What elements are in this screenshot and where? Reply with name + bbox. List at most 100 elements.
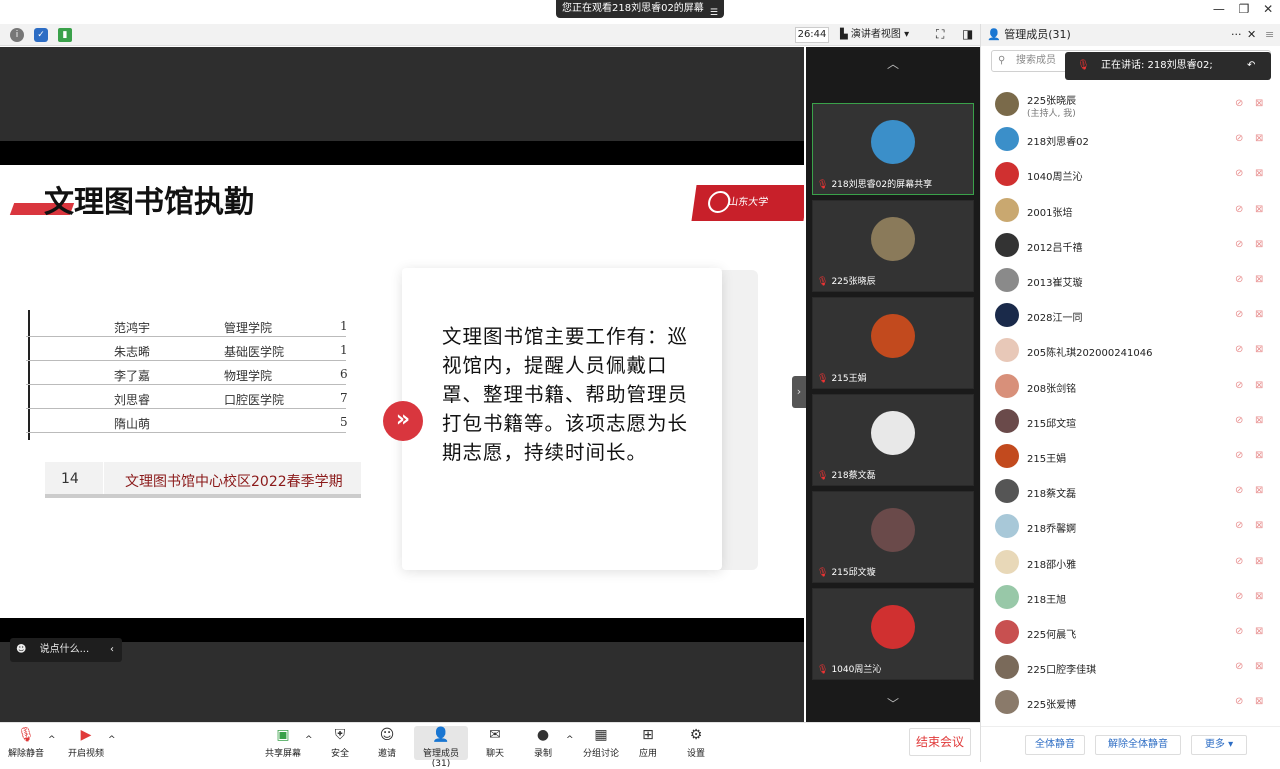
share-screen-button[interactable]: ▣ 共享屏幕: [263, 726, 303, 759]
fullscreen-icon[interactable]: ⛶: [936, 27, 944, 42]
emoji-icon[interactable]: ☻: [16, 644, 26, 655]
camera-off-icon[interactable]: ⊠: [1255, 520, 1269, 532]
member-row[interactable]: 2028江一同 ⊘ ⊠: [981, 298, 1280, 333]
mic-off-icon[interactable]: ⊘: [1235, 450, 1245, 462]
member-row[interactable]: 2013崔艾璇 ⊘ ⊠: [981, 263, 1280, 298]
unmute-all-button[interactable]: 解除全体静音: [1095, 735, 1181, 755]
mic-off-icon[interactable]: ⊘: [1235, 133, 1245, 145]
signal-icon[interactable]: ▮: [58, 28, 72, 42]
camera-off-icon[interactable]: ⊠: [1255, 450, 1269, 462]
mic-off-icon[interactable]: ⊘: [1235, 591, 1245, 603]
member-row[interactable]: 218王旭 ⊘ ⊠: [981, 580, 1280, 615]
member-row[interactable]: 205陈礼琪202000241046 ⊘ ⊠: [981, 333, 1280, 368]
mute-all-button[interactable]: 全体静音: [1025, 735, 1085, 755]
member-row[interactable]: 208张剑铭 ⊘ ⊠: [981, 369, 1280, 404]
breakout-button[interactable]: ▦ 分组讨论: [581, 726, 621, 759]
mic-off-icon[interactable]: ⊘: [1235, 204, 1245, 216]
video-tile[interactable]: 🎙 1040周兰沁: [812, 588, 974, 680]
mic-off-icon[interactable]: ⊘: [1235, 485, 1245, 497]
close-panel-icon[interactable]: ✕: [1247, 24, 1256, 46]
video-tile[interactable]: 🎙 218刘思睿02的屏幕共享: [812, 103, 974, 195]
view-mode-dropdown[interactable]: ▙ 演讲者视图 ▾: [840, 27, 926, 43]
audio-options-chevron-icon[interactable]: ^: [48, 735, 56, 745]
camera-off-icon[interactable]: ⊠: [1255, 344, 1269, 356]
mic-off-icon[interactable]: ⊘: [1235, 696, 1245, 708]
reply-icon[interactable]: ↶: [1247, 52, 1255, 80]
shield-icon[interactable]: ✓: [34, 28, 48, 42]
mic-off-icon[interactable]: ⊘: [1235, 520, 1245, 532]
camera-off-icon[interactable]: ⊠: [1255, 626, 1269, 638]
restore-button[interactable]: ❐: [1239, 2, 1250, 22]
mic-off-icon[interactable]: ⊘: [1235, 415, 1245, 427]
video-options-chevron-icon[interactable]: ^: [108, 735, 116, 745]
mic-off-icon[interactable]: ⊘: [1235, 380, 1245, 392]
camera-off-icon[interactable]: ⊠: [1255, 133, 1269, 145]
start-video-button[interactable]: ▶ 开启视频: [64, 726, 108, 759]
camera-off-icon[interactable]: ⊠: [1255, 556, 1269, 568]
mic-off-icon[interactable]: ⊘: [1235, 168, 1245, 180]
member-row[interactable]: 225张晓辰 (主持人, 我) ⊘ ⊠: [981, 87, 1280, 122]
unmute-button[interactable]: 🎙 解除静音: [6, 726, 46, 759]
scroll-down-icon[interactable]: ﹀: [806, 689, 980, 719]
member-row[interactable]: 218蔡文磊 ⊘ ⊠: [981, 474, 1280, 509]
chat-button[interactable]: ✉ 聊天: [481, 726, 509, 759]
sidebar-toggle-icon[interactable]: ◨: [962, 27, 973, 41]
share-options-chevron-icon[interactable]: ^: [305, 735, 313, 745]
camera-off-icon[interactable]: ⊠: [1255, 98, 1269, 110]
more-button[interactable]: 更多 ▾: [1191, 735, 1247, 755]
minimize-button[interactable]: —: [1213, 2, 1225, 22]
camera-off-icon[interactable]: ⊠: [1255, 661, 1269, 673]
member-row[interactable]: 2001张培 ⊘ ⊠: [981, 193, 1280, 228]
camera-off-icon[interactable]: ⊠: [1255, 239, 1269, 251]
close-button[interactable]: ✕: [1263, 2, 1273, 22]
mic-off-icon[interactable]: ⊘: [1235, 626, 1245, 638]
member-row[interactable]: 218刘思睿02 ⊘ ⊠: [981, 122, 1280, 157]
more-options-icon[interactable]: ···: [1231, 24, 1242, 46]
member-row[interactable]: 218乔馨婀 ⊘ ⊠: [981, 509, 1280, 544]
video-tile[interactable]: 🎙 225张晓辰: [812, 200, 974, 292]
camera-off-icon[interactable]: ⊠: [1255, 591, 1269, 603]
member-row[interactable]: 225张爱博 ⊘ ⊠: [981, 685, 1280, 720]
camera-off-icon[interactable]: ⊠: [1255, 204, 1269, 216]
camera-off-icon[interactable]: ⊠: [1255, 274, 1269, 286]
camera-off-icon[interactable]: ⊠: [1255, 696, 1269, 708]
participants-button[interactable]: 👤 管理成员(31): [414, 726, 468, 769]
chevron-left-icon[interactable]: ‹: [110, 638, 114, 662]
record-button[interactable]: ● 录制: [529, 726, 557, 759]
member-row[interactable]: 215王娟 ⊘ ⊠: [981, 439, 1280, 474]
info-icon[interactable]: i: [10, 28, 24, 42]
camera-off-icon[interactable]: ⊠: [1255, 415, 1269, 427]
end-meeting-button[interactable]: 结束会议: [909, 728, 971, 756]
video-tile[interactable]: 🎙 215邱文璇: [812, 491, 974, 583]
mic-off-icon[interactable]: ⊘: [1235, 274, 1245, 286]
mic-off-icon[interactable]: ⊘: [1235, 661, 1245, 673]
mic-off-icon[interactable]: ⊘: [1235, 309, 1245, 321]
camera-off-icon[interactable]: ⊠: [1255, 309, 1269, 321]
mic-off-icon[interactable]: ⊘: [1235, 344, 1245, 356]
video-tile[interactable]: 🎙 215王娟: [812, 297, 974, 389]
member-row[interactable]: 225何晨飞 ⊘ ⊠: [981, 615, 1280, 650]
camera-off-icon[interactable]: ⊠: [1255, 380, 1269, 392]
settings-button[interactable]: ⚙ 设置: [682, 726, 710, 759]
collapse-gallery-button[interactable]: ›: [792, 376, 806, 408]
scroll-up-icon[interactable]: ︿: [806, 49, 980, 79]
member-row[interactable]: 215邱文瑄 ⊘ ⊠: [981, 404, 1280, 439]
camera-off-icon[interactable]: ⊠: [1255, 168, 1269, 180]
mic-off-icon[interactable]: ⊘: [1235, 556, 1245, 568]
member-row[interactable]: 2012吕千禧 ⊘ ⊠: [981, 228, 1280, 263]
video-tile[interactable]: 🎙 218蔡文磊: [812, 394, 974, 486]
chat-input[interactable]: ☻ 说点什么... ‹: [10, 638, 122, 662]
menu-icon[interactable]: ☰: [710, 4, 718, 22]
apps-button[interactable]: ⊞ 应用: [634, 726, 662, 759]
panel-menu-icon[interactable]: ≡: [1265, 24, 1274, 46]
camera-off-icon[interactable]: ⊠: [1255, 485, 1269, 497]
record-options-chevron-icon[interactable]: ^: [566, 735, 574, 745]
invite-button[interactable]: ☺ 邀请: [373, 726, 401, 759]
member-row[interactable]: 225口腔李佳琪 ⊘ ⊠: [981, 650, 1280, 685]
mic-off-icon[interactable]: ⊘: [1235, 239, 1245, 251]
mic-off-icon[interactable]: ⊘: [1235, 98, 1245, 110]
viewing-banner[interactable]: 您正在观看218刘思睿02的屏幕 ☰: [556, 0, 724, 18]
security-button[interactable]: ⛨ 安全: [326, 726, 354, 759]
member-row[interactable]: 218邵小雅 ⊘ ⊠: [981, 545, 1280, 580]
member-row[interactable]: 1040周兰沁 ⊘ ⊠: [981, 157, 1280, 192]
